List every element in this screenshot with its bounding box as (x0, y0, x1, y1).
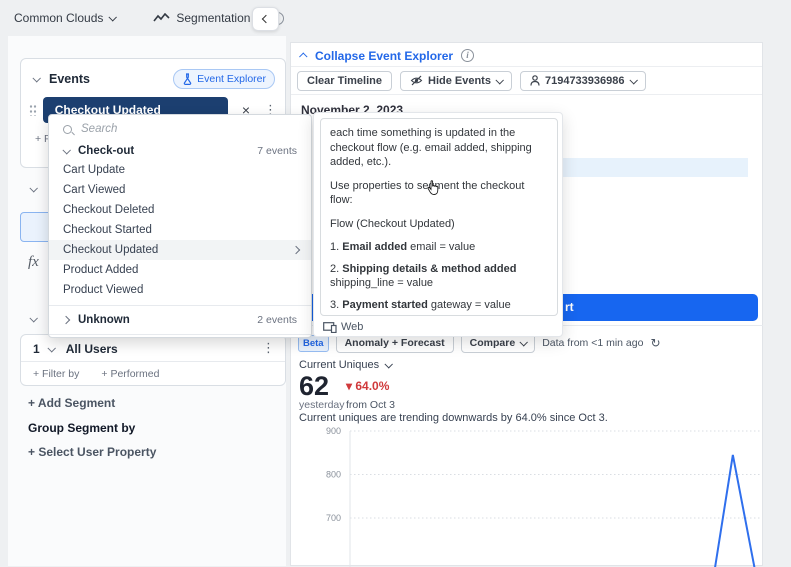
event-description-popover: each time something is updated in the ch… (313, 112, 563, 337)
top-toolbar: Common Clouds Segmentation i (0, 0, 791, 36)
flow-step: 3. Payment started gateway = value (330, 298, 511, 311)
clear-timeline-button[interactable]: Clear Timeline (297, 70, 392, 91)
user-icon (530, 75, 540, 86)
dropdown-item[interactable]: Product Viewed (49, 280, 311, 300)
search-icon (63, 124, 72, 134)
refresh-icon[interactable]: ↻ (650, 336, 660, 350)
section-collapse-icon[interactable] (29, 314, 38, 323)
dropdown-item-selected[interactable]: Checkout Updated (49, 240, 311, 260)
change-percent: 64.0% (355, 379, 390, 393)
event-select-dropdown: Check-out 7 events Cart Update Cart View… (48, 114, 312, 338)
svg-text:900: 900 (326, 426, 341, 436)
chevron-down-icon (62, 145, 71, 155)
eye-off-icon (410, 75, 423, 86)
collapse-caret-icon (299, 51, 308, 61)
search-input[interactable] (81, 123, 281, 135)
chevron-down-icon (519, 338, 529, 347)
metric-name: Current Uniques (299, 359, 380, 371)
platform-badge: Web (323, 321, 363, 333)
hide-events-label: Hide Events (428, 74, 491, 87)
dropdown-item[interactable]: Checkout Started (49, 220, 311, 240)
select-user-property-link[interactable]: + Select User Property (28, 445, 156, 459)
data-freshness-label: Data from <1 min ago (542, 337, 644, 349)
user-id-label: 7194733936986 (544, 74, 625, 87)
devices-icon (323, 321, 337, 333)
group-count: 7 events (257, 144, 297, 157)
platform-label: Web (341, 321, 364, 333)
dropdown-item[interactable]: Product Added (49, 260, 311, 280)
view-name: Segmentation (176, 11, 251, 25)
project-switcher[interactable]: Common Clouds (14, 11, 118, 25)
uniques-chart: 900 800 700 (326, 426, 761, 567)
description-paragraph: Flow (Checkout Updated) (330, 217, 455, 230)
flow-step: 1. Email added email = value (330, 241, 476, 253)
user-selector-button[interactable]: 7194733936986 (519, 70, 646, 91)
metric-period: yesterday (299, 399, 345, 411)
page-gutter (763, 36, 791, 566)
chevron-right-icon (291, 245, 301, 255)
trend-summary: Current uniques are trending downwards b… (299, 412, 608, 424)
chevron-right-icon (61, 315, 71, 324)
description-paragraph: each time something is updated in the ch… (330, 127, 532, 168)
group-segment-by-label: Group Segment by (28, 421, 136, 435)
metric-compare-from: from Oct 3 (346, 399, 396, 411)
events-section-title: Events (49, 72, 90, 86)
dropdown-group-checkout[interactable]: Check-out 7 events (49, 141, 311, 160)
chevron-down-icon (108, 13, 118, 22)
chevron-down-icon (495, 75, 504, 85)
item-label: Checkout Updated (63, 244, 159, 256)
segment-card: 1 All Users ⋮ + Filter by + Performed (20, 334, 286, 386)
segment-filter-by-link[interactable]: + Filter by (33, 368, 79, 380)
dropdown-item[interactable]: Cart Viewed (49, 180, 311, 200)
project-name: Common Clouds (14, 11, 104, 25)
section-collapse-icon[interactable] (32, 74, 41, 83)
divider (49, 305, 311, 306)
dropdown-item[interactable]: Cart Update (49, 160, 311, 180)
event-description-text: each time something is updated in the ch… (320, 118, 558, 316)
formula-fx-icon[interactable]: fx (28, 254, 39, 271)
section-collapse-icon[interactable] (29, 184, 38, 193)
cursor-pointer-icon (427, 180, 439, 195)
view-switcher[interactable]: Segmentation (153, 11, 265, 25)
metric-selector[interactable]: Current Uniques (299, 359, 394, 371)
dropdown-item[interactable]: Checkout Deleted (49, 200, 311, 220)
dropdown-group-unknown[interactable]: Unknown 2 events (49, 310, 311, 329)
event-explorer-label: Event Explorer (197, 73, 266, 85)
line-chart-icon (153, 12, 170, 21)
svg-text:800: 800 (326, 470, 341, 480)
metric-change-badge: ▾ 64.0% (346, 379, 389, 393)
divider (49, 334, 311, 335)
event-explorer-button[interactable]: Event Explorer (173, 69, 275, 89)
group-label: Unknown (78, 313, 130, 326)
chevron-left-icon (261, 14, 270, 24)
segment-performed-link[interactable]: + Performed (101, 368, 159, 380)
primary-action-label: rt (565, 300, 574, 314)
flow-step: 2. Shipping details & method added shipp… (330, 262, 517, 290)
down-arrow-icon: ▾ (346, 379, 353, 393)
chevron-down-icon (384, 360, 394, 369)
panel-collapse-button[interactable] (252, 7, 279, 31)
hide-events-button[interactable]: Hide Events (400, 70, 512, 91)
chevron-down-icon[interactable] (47, 343, 56, 353)
group-count: 2 events (257, 313, 297, 326)
svg-text:700: 700 (326, 513, 341, 523)
metric-value: 62 (299, 371, 330, 401)
compare-label: Compare (469, 337, 516, 349)
chevron-down-icon (628, 75, 638, 85)
flask-icon (183, 73, 192, 85)
add-segment-link[interactable]: + Add Segment (28, 396, 115, 410)
segment-name[interactable]: All Users (66, 342, 118, 356)
info-icon[interactable]: i (461, 49, 475, 62)
segment-index: 1 (33, 341, 40, 356)
collapse-explorer-link[interactable]: Collapse Event Explorer (315, 49, 453, 63)
segment-menu-button[interactable]: ⋮ (262, 341, 275, 356)
group-label: Check-out (78, 144, 135, 157)
drag-handle-icon[interactable] (29, 104, 37, 116)
